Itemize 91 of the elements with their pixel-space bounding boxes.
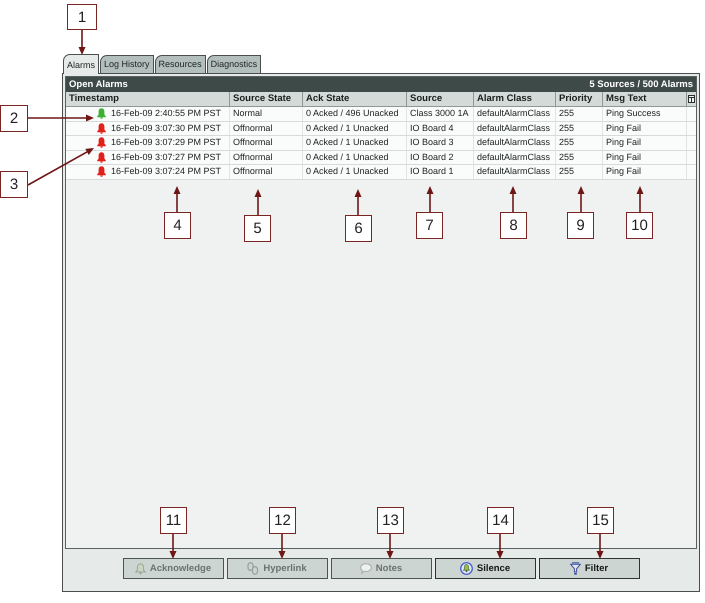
column-header[interactable]: Timestamp: [66, 92, 230, 107]
callout-number: 10: [626, 212, 653, 239]
column-header[interactable]: Ack State: [303, 92, 407, 107]
table-cell: 255: [559, 138, 574, 148]
table-cell: 16-Feb-09 3:07:24 PM PST: [110, 167, 221, 176]
table-cell: Offnormal: [233, 167, 272, 176]
callout-number: 9: [567, 212, 594, 239]
callout-number: 4: [164, 212, 191, 239]
callout-number: 14: [487, 507, 514, 534]
filter-button[interactable]: Filter: [538, 558, 640, 579]
table-cell: Offnormal: [233, 124, 272, 133]
table-cell: 0 Acked / 1 Unacked: [306, 138, 389, 148]
table-cell: Ping Fail: [606, 167, 642, 176]
callout-arrow: [278, 534, 286, 559]
callout-arrow: [78, 30, 86, 55]
table-cell: defaultAlarmClass: [477, 138, 550, 148]
callout-number: 12: [269, 507, 296, 534]
table-cell: 16-Feb-09 2:40:55 PM PST: [110, 109, 221, 118]
table-cell: Offnormal: [233, 152, 272, 162]
alarm-row[interactable]: 16-Feb-09 3:07:24 PM PST Offnormal 0 Acked / 1 Unacked IO Board 1 defaultAlarmClass 255 Ping Fail: [66, 165, 696, 180]
table-cell: 255: [559, 109, 574, 118]
table-cell: 0 Acked / 496 Unacked: [306, 109, 399, 118]
table-cell: Normal: [233, 109, 262, 118]
table-cell: 0 Acked / 1 Unacked: [306, 124, 389, 133]
callout-number: 1: [67, 4, 97, 30]
callout-arrow: [596, 534, 604, 559]
callout-number: 8: [500, 212, 527, 239]
column-header[interactable]: Source: [407, 92, 474, 107]
callout-number: 5: [244, 215, 271, 242]
table-cell: 255: [559, 152, 574, 162]
table-cell: 16-Feb-09 3:07:27 PM PST: [110, 152, 221, 162]
alarm-row[interactable]: 16-Feb-09 3:07:27 PM PST Offnormal 0 Acked / 1 Unacked IO Board 2 defaultAlarmClass 255 Ping Fail: [66, 150, 696, 165]
silence-button[interactable]: Silence: [434, 558, 536, 579]
link-icon: [247, 562, 260, 575]
callout-arrow: [254, 189, 262, 215]
alarm-summary: 5 Sources / 500 Alarms: [589, 80, 693, 90]
callout-arrow: [354, 189, 362, 215]
table-cell: IO Board 3: [410, 138, 454, 148]
callout-number: 15: [587, 507, 614, 534]
callout-arrow: [170, 534, 176, 559]
column-header[interactable]: Priority: [556, 92, 603, 107]
table-cell: 16-Feb-09 3:07:30 PM PST: [110, 124, 221, 133]
tab[interactable]: Alarms: [63, 54, 100, 74]
callout-arrow: [510, 186, 516, 212]
callout-number: 2: [0, 105, 28, 132]
callout-number: 11: [160, 507, 187, 534]
table-cell: Ping Success: [606, 109, 661, 118]
tab[interactable]: Resources: [154, 55, 206, 73]
callout-number: 7: [416, 212, 443, 239]
table-cell: 16-Feb-09 3:07:29 PM PST: [110, 138, 221, 148]
tab[interactable]: Log History: [100, 55, 154, 73]
alarm-row[interactable]: 16-Feb-09 2:40:55 PM PST Normal 0 Acked / 496 Unacked Class 3000 1A defaultAlarmClass 255 Ping Success: [66, 107, 696, 122]
table-cell: IO Board 4: [410, 124, 454, 133]
table-cell: Offnormal: [233, 138, 272, 148]
table-cell: IO Board 1: [410, 167, 454, 176]
table-cell: 255: [559, 124, 574, 133]
callout-number: 6: [345, 215, 372, 242]
callout-arrow: [636, 186, 644, 212]
speech-bubble-icon: [360, 563, 372, 574]
table-cell: IO Board 2: [410, 152, 454, 162]
table-cell: defaultAlarmClass: [477, 124, 550, 133]
callout-number: 3: [0, 171, 28, 198]
bell-icon: [134, 562, 146, 574]
callout-arrow: [578, 186, 584, 212]
tab[interactable]: Diagnostics: [206, 55, 262, 73]
callout-arrow: [174, 186, 180, 212]
table-cell: Class 3000 1A: [410, 109, 469, 118]
panel-title: Open Alarms: [69, 80, 128, 90]
funnel-icon: [570, 562, 581, 575]
table-cell: 0 Acked / 1 Unacked: [306, 167, 389, 176]
callout-number: 13: [377, 507, 404, 534]
alarm-row[interactable]: 16-Feb-09 3:07:30 PM PST Offnormal 0 Acked / 1 Unacked IO Board 4 defaultAlarmClass 255 Ping Fail: [66, 122, 696, 136]
table-cell: defaultAlarmClass: [477, 167, 550, 176]
table-cell: defaultAlarmClass: [477, 109, 550, 118]
callout-arrow: [496, 534, 504, 559]
column-header[interactable]: Alarm Class: [474, 92, 556, 107]
table-cell: 0 Acked / 1 Unacked: [306, 152, 389, 162]
column-header[interactable]: Msg Text: [603, 92, 687, 107]
column-header[interactable]: Source State: [230, 92, 303, 107]
callout-arrow: [28, 148, 94, 186]
circled-bell-icon: [460, 562, 473, 575]
callout-arrow: [28, 114, 94, 122]
column-chooser-icon[interactable]: [688, 95, 695, 103]
table-cell: Ping Fail: [606, 124, 642, 133]
table-cell: defaultAlarmClass: [477, 152, 550, 162]
table-cell: 255: [559, 167, 574, 176]
callout-arrow: [386, 534, 394, 559]
callout-arrow: [426, 186, 434, 212]
alarm-row[interactable]: 16-Feb-09 3:07:29 PM PST Offnormal 0 Acked / 1 Unacked IO Board 3 defaultAlarmClass 255 Ping Fail: [66, 136, 696, 150]
table-cell: Ping Fail: [606, 138, 642, 148]
table-cell: Ping Fail: [606, 152, 642, 162]
